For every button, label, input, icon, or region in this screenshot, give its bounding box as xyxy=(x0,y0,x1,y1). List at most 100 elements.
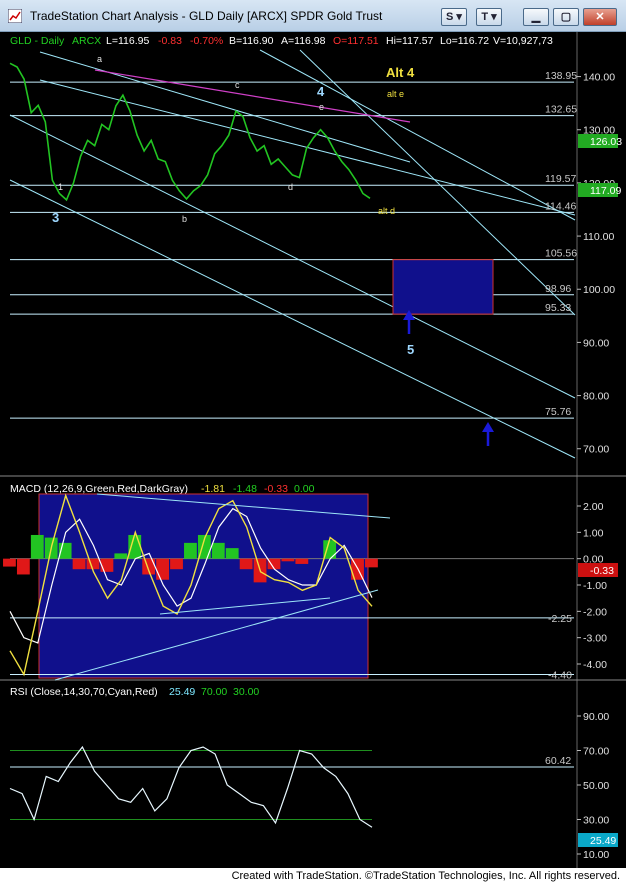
price-header: GLD - Daily ARCX L=116.95 -0.83 -0.70% B… xyxy=(10,35,553,47)
macd-histogram-bar xyxy=(114,553,128,559)
macd-header: MACD (12,26,9,Green,Red,DarkGray) -1.81 … xyxy=(10,483,315,495)
footer: Created with TradeStation. ©TradeStation… xyxy=(0,868,626,884)
rsi-header: RSI (Close,14,30,70,Cyan,Red) 25.49 70.0… xyxy=(10,686,259,698)
macd-axis-tick-label: 2.00 xyxy=(583,501,604,513)
macd-level-label: -4.40 xyxy=(548,670,572,682)
rsi-oversold: 30.00 xyxy=(233,686,259,698)
macd-name: MACD (12,26,9,Green,Red,DarkGray) xyxy=(10,483,188,495)
rsi-value: 25.49 xyxy=(169,686,195,698)
macd-histogram-bar xyxy=(170,558,183,570)
price-low: Lo=116.72 xyxy=(440,35,489,47)
symbol-t-label: T xyxy=(481,11,489,23)
rsi-axis-tick-label: 90.00 xyxy=(583,711,609,723)
target-zone-box[interactable] xyxy=(392,259,494,315)
macd-zero-value: 0.00 xyxy=(294,483,315,495)
macd-diff-marker: -0.33 xyxy=(578,563,618,577)
close-icon: ✕ xyxy=(595,11,605,23)
macd-histogram-bar xyxy=(295,558,309,564)
symbol-linking-button-t[interactable]: T ▾ xyxy=(476,8,502,26)
wave-label-alt4: Alt 4 xyxy=(386,65,415,80)
macd-histogram-bar xyxy=(128,534,142,559)
price-change-pct: -0.70% xyxy=(190,35,223,47)
macd-signal-value: -1.48 xyxy=(233,483,257,495)
price-level-label: 105.56 xyxy=(545,248,577,260)
rsi-name: RSI (Close,14,30,70,Cyan,Red) xyxy=(10,686,158,698)
price-axis-tick-label: 90.00 xyxy=(583,337,609,349)
price-ask: A=116.98 xyxy=(281,35,326,47)
wave-label-c: c xyxy=(235,80,240,90)
macd-value: -1.81 xyxy=(201,483,225,495)
maximize-button[interactable]: ▢ xyxy=(553,8,579,26)
macd-histogram-bar xyxy=(16,558,30,575)
price-last-marker: 117.09 xyxy=(578,183,621,197)
macd-histogram-bar xyxy=(225,548,239,559)
wave-label-b: b xyxy=(182,214,187,224)
price-level-label: 75.76 xyxy=(545,406,571,418)
wave-label-5: 5 xyxy=(407,342,414,357)
price-high: Hi=117.57 xyxy=(386,35,434,47)
rsi-value-marker: 25.49 xyxy=(578,833,618,847)
symbol-s-label: S xyxy=(446,11,454,23)
symbol-linking-button-s[interactable]: S ▾ xyxy=(441,8,467,26)
macd-histogram-bar xyxy=(3,558,16,567)
price-axis-tick-label: 140.00 xyxy=(583,72,615,84)
wave-label-alt-d: alt d xyxy=(378,206,395,216)
macd-axis-tick-label: -1.00 xyxy=(583,580,607,592)
price-level-label: 95.33 xyxy=(545,302,571,314)
macd-histogram-bar xyxy=(72,558,86,570)
rsi-axis-tick-label: 10.00 xyxy=(583,849,609,861)
wave-label-3: 3 xyxy=(52,210,59,225)
price-change: -0.83 xyxy=(158,35,182,47)
footer-copyright: Created with TradeStation. ©TradeStation… xyxy=(231,870,620,882)
macd-histogram-bar xyxy=(30,534,44,559)
price-bid: B=116.90 xyxy=(229,35,274,47)
price-axis-tick-label: 100.00 xyxy=(583,284,615,296)
price-open: O=117.51 xyxy=(333,35,379,47)
price-level-label: 114.46 xyxy=(545,200,576,212)
price-level-label: 132.65 xyxy=(545,104,577,116)
price-exchange: ARCX xyxy=(72,35,101,47)
price-axis-tick-label: 80.00 xyxy=(583,391,609,403)
rsi-overbought: 70.00 xyxy=(201,686,227,698)
macd-diff-value: -0.33 xyxy=(264,483,288,495)
price-level-label: 98.96 xyxy=(545,283,571,295)
price-volume: V=10,927,73 xyxy=(493,35,553,47)
tradestation-app-icon xyxy=(8,9,22,23)
macd-axis-tick-label: -2.00 xyxy=(583,606,607,618)
macd-histogram-bar xyxy=(365,558,378,568)
wave-label-d: d xyxy=(288,182,293,192)
macd-histogram-bar xyxy=(156,558,170,580)
minimize-icon: ▁ xyxy=(531,11,541,23)
price-last-marker-text: 117.09 xyxy=(590,185,621,197)
price-axis-tick-label: 70.00 xyxy=(583,444,609,456)
macd-histogram-bar xyxy=(86,558,100,570)
macd-histogram-bar xyxy=(281,558,295,562)
macd-highlight-box[interactable] xyxy=(38,493,369,679)
rsi-value-marker-text: 25.49 xyxy=(590,835,616,847)
wave-label-a: a xyxy=(97,54,102,64)
price-level-label: 138.95 xyxy=(545,70,577,82)
rsi-level-label: 60.42 xyxy=(545,755,571,767)
chart-area[interactable]: GLD - Daily ARCX L=116.95 -0.83 -0.70% B… xyxy=(0,32,626,868)
rsi-axis-tick-label: 50.00 xyxy=(583,780,609,792)
macd-histogram-bar xyxy=(211,542,225,559)
rsi-axis-tick-label: 70.00 xyxy=(583,746,609,758)
macd-axis-tick-label: -4.00 xyxy=(583,659,607,671)
macd-level-label: -2.25 xyxy=(548,613,572,625)
price-axis-tick-label: 110.00 xyxy=(583,231,614,243)
price-symbol: GLD - Daily xyxy=(10,35,65,47)
rsi-axis-tick-label: 30.00 xyxy=(583,815,609,827)
window-titlebar: TradeStation Chart Analysis - GLD Daily … xyxy=(0,0,626,32)
macd-axis-tick-label: 1.00 xyxy=(583,527,604,539)
close-button[interactable]: ✕ xyxy=(583,8,617,26)
maximize-icon: ▢ xyxy=(560,11,572,23)
wave-label-1: 1 xyxy=(58,182,63,192)
minimize-button[interactable]: ▁ xyxy=(523,8,549,26)
wave-label-e: e xyxy=(319,102,324,112)
macd-histogram-bar xyxy=(100,558,114,572)
wave-label-4: 4 xyxy=(317,84,325,99)
macd-axis-tick-label: -3.00 xyxy=(583,633,607,645)
price-high-marker-text: 126.03 xyxy=(590,136,622,148)
macd-histogram-bar xyxy=(184,542,197,559)
price-last: L=116.95 xyxy=(106,35,149,47)
